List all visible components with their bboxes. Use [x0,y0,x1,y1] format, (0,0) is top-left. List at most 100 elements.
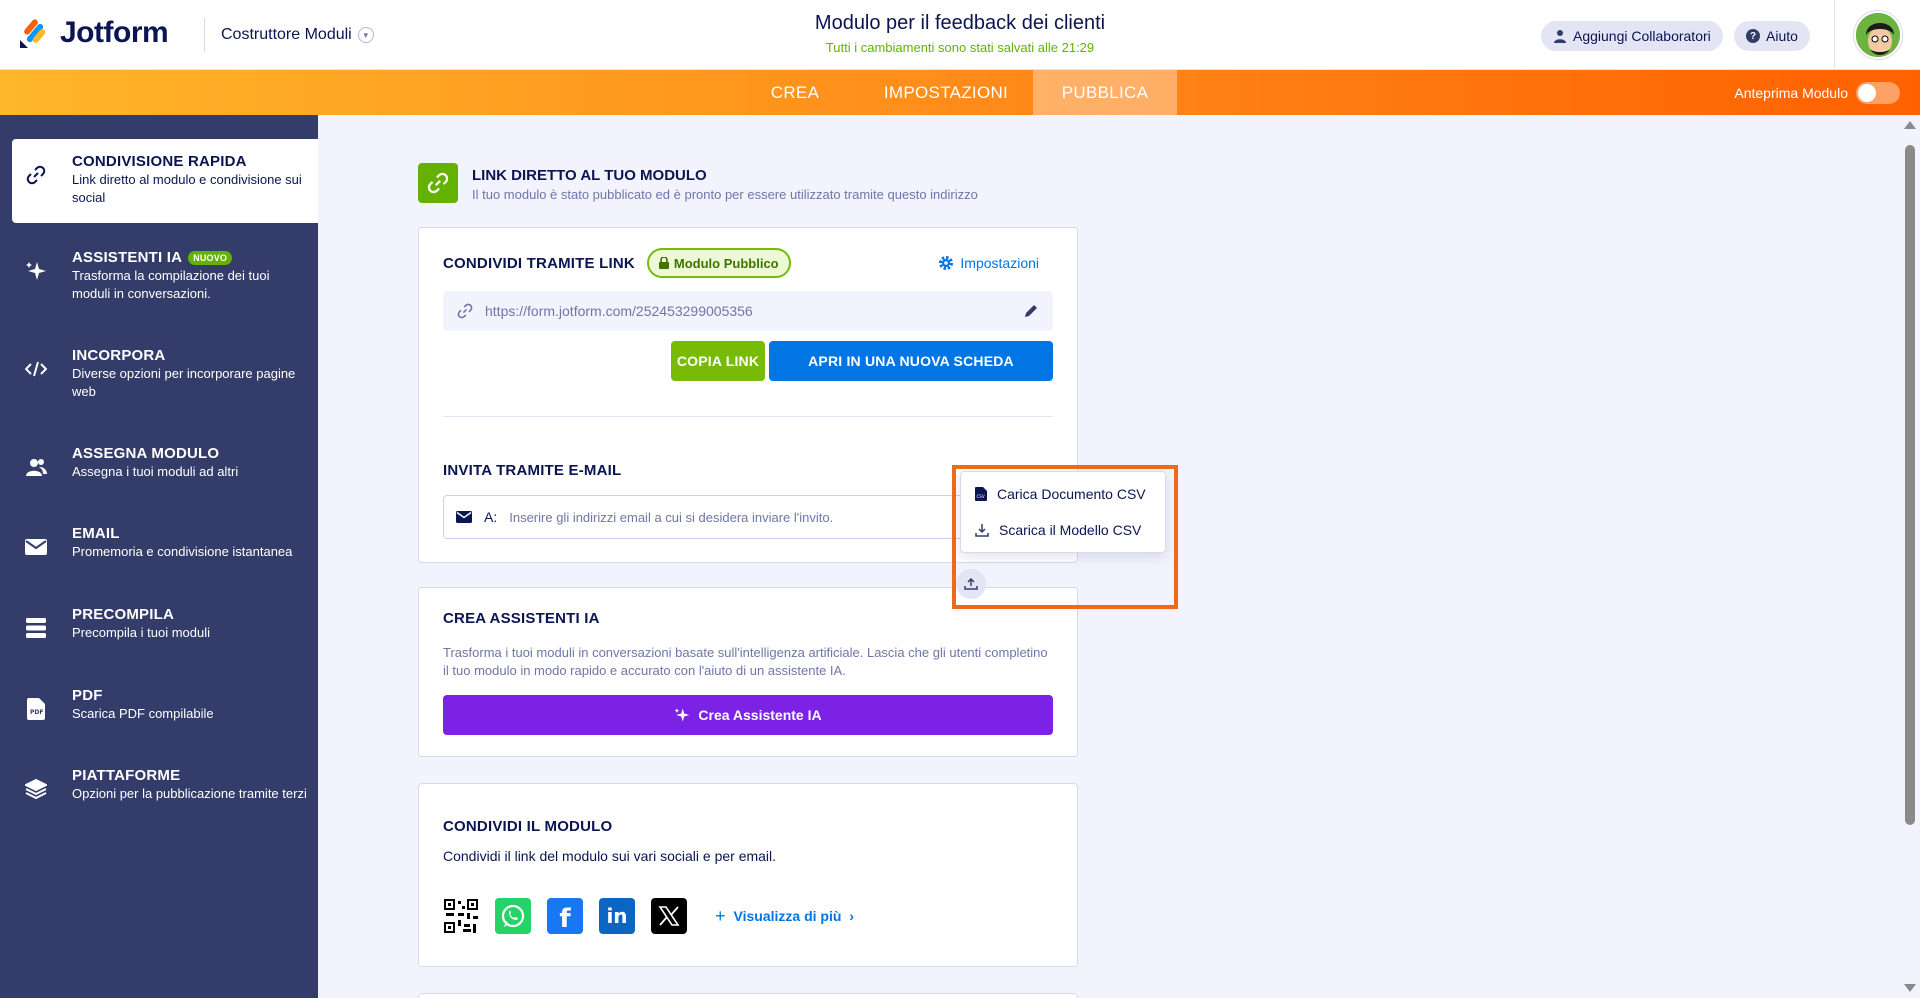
email-to-label: A: [484,509,498,525]
jotform-logo[interactable]: Jotform [18,16,169,50]
link-icon [24,163,48,187]
sidebar-item-desc: Scarica PDF compilabile [72,706,214,721]
social-share-row: f in + Visualizza di più › [443,898,854,934]
preview-toggle[interactable] [1856,81,1900,104]
scroll-down-icon[interactable] [1904,984,1916,992]
highlight-box [952,465,1178,609]
scrollbar-thumb[interactable] [1905,145,1915,825]
avatar-illustration [1855,13,1900,57]
sidebar-item-platforms[interactable]: PIATTAFORME Opzioni per la pubblicazione… [12,753,318,817]
copy-link-button[interactable]: COPIA LINK [671,341,765,381]
mail-icon [24,535,48,559]
sidebar-item-pdf[interactable]: PDF PDF Scarica PDF compilabile [12,673,318,737]
sidebar-item-ai-agents[interactable]: ASSISTENTI IA NUOVO Trasforma la compila… [12,235,318,317]
users-icon [24,455,48,479]
create-ai-agent-button[interactable]: Crea Assistente IA [443,695,1053,735]
help-button[interactable]: ? Aiuto [1734,21,1810,51]
plus-icon: + [715,905,726,926]
email-placeholder: Inserire gli indirizzi email a cui si de… [509,509,834,525]
ai-card-desc: Trasforma i tuoi moduli in conversazioni… [443,645,1048,678]
form-title-area: Modulo per il feedback dei clienti Tutti… [660,12,1260,55]
sidebar-item-quick-share[interactable]: CONDIVISIONE RAPIDA Link diretto al modu… [12,139,318,223]
form-title: Modulo per il feedback dei clienti [814,12,1106,34]
link-icon [457,303,473,319]
help-label: Aiuto [1766,28,1798,44]
sidebar-item-email[interactable]: EMAIL Promemoria e condivisione istantan… [12,511,318,575]
view-more-link[interactable]: + Visualizza di più › [715,906,854,927]
add-collaborators-label: Aggiungi Collaboratori [1573,28,1711,44]
sidebar-item-embed[interactable]: INCORPORA Diverse opzioni per incorporar… [12,333,318,415]
open-new-tab-button[interactable]: APRI IN UNA NUOVA SCHEDA [769,341,1053,381]
form-url-field[interactable]: https://form.jotform.com/252453299005356 [443,291,1053,331]
link-settings-label: Impostazioni [960,255,1039,271]
builder-label: Costruttore Moduli [221,26,352,43]
tab-crea[interactable]: CREA [750,70,840,115]
mail-icon [456,511,472,523]
main-nav: CREA IMPOSTAZIONI PUBBLICA Anteprima Mod… [0,70,1920,115]
facebook-icon[interactable]: f [547,898,583,934]
sidebar-item-desc: Diverse opzioni per incorporare pagine w… [72,366,296,399]
whatsapp-icon[interactable] [495,898,531,934]
save-status: Tutti i cambiamenti sono stati salvati a… [825,40,1095,55]
qr-code-icon[interactable] [443,898,479,934]
share-form-desc: Condividi il link del modulo sui vari so… [443,848,777,864]
sidebar-item-desc: Trasforma la compilazione dei tuoi modul… [72,268,270,301]
link-settings-button[interactable]: Impostazioni [938,255,1039,271]
sidebar-item-title: PIATTAFORME [72,767,181,784]
x-twitter-icon[interactable] [651,898,687,934]
page-scrollbar[interactable] [1900,115,1920,998]
view-more-label: Visualizza di più [733,908,842,924]
section-title: LINK DIRETTO AL TUO MODULO [472,167,707,184]
share-form-title: CONDIVIDI IL MODULO [443,818,613,835]
user-icon [1554,30,1566,43]
sidebar-item-title: CONDIVISIONE RAPIDA [72,153,247,170]
publish-sidebar: CONDIVISIONE RAPIDA Link diretto al modu… [0,115,318,998]
avatar[interactable] [1853,11,1902,59]
jotform-logo-icon [20,19,46,48]
pdf-icon: PDF [24,697,48,721]
form-preview-toggle-area: Anteprima Modulo [1734,70,1900,115]
share-link-title: CONDIVIDI TRAMITE LINK [443,254,635,272]
svg-text:PDF: PDF [30,709,43,716]
sparkle-icon [675,708,690,722]
ai-card-title: CREA ASSISTENTI IA [443,610,600,627]
sidebar-item-title: PRECOMPILA [72,606,175,623]
divider [443,416,1053,417]
sidebar-item-assign-form[interactable]: ASSEGNA MODULO Assegna i tuoi moduli ad … [12,431,318,495]
sidebar-item-desc: Promemoria e condivisione istantanea [72,544,293,559]
sidebar-item-title: PDF [72,687,103,704]
main-content: LINK DIRETTO AL TUO MODULO Il tuo modulo… [318,115,1900,998]
tab-impostazioni[interactable]: IMPOSTAZIONI [864,70,1028,115]
pencil-icon[interactable] [1023,303,1039,319]
sidebar-item-prefill[interactable]: PRECOMPILA Precompila i tuoi moduli [12,592,318,656]
public-form-label: Modulo Pubblico [673,255,779,271]
sidebar-item-title: ASSISTENTI IA NUOVO [72,249,308,266]
linkedin-icon[interactable]: in [599,898,635,934]
tab-pubblica[interactable]: PUBBLICA [1033,70,1177,115]
gear-icon [939,256,954,270]
create-ai-agent-label: Crea Assistente IA [698,707,822,723]
sidebar-item-title: ASSEGNA MODULO [72,445,220,462]
scroll-up-icon[interactable] [1904,121,1916,129]
help-icon: ? [1746,29,1760,43]
top-header: Jotform Costruttore Moduli ▾ Modulo per … [0,0,1920,70]
chevron-down-icon: ▾ [357,27,374,43]
preview-label: Anteprima Modulo [1734,84,1848,101]
lock-icon [658,257,669,269]
invite-email-title: INVITA TRAMITE E-MAIL [443,462,622,479]
add-collaborators-button[interactable]: Aggiungi Collaboratori [1541,21,1723,51]
logo-text: Jotform [60,16,169,49]
sidebar-item-desc: Opzioni per la pubblicazione tramite ter… [72,786,307,801]
sparkle-icon [24,259,48,283]
avatar-area[interactable] [1834,0,1920,70]
next-card [418,993,1078,998]
share-form-card: CONDIVIDI IL MODULO Condividi il link de… [418,783,1078,967]
sidebar-item-title: EMAIL [72,525,120,542]
list-icon [24,616,48,640]
form-url: https://form.jotform.com/252453299005356 [485,303,753,319]
section-header: LINK DIRETTO AL TUO MODULO Il tuo modulo… [418,163,978,203]
public-form-badge[interactable]: Modulo Pubblico [646,248,791,278]
sidebar-item-title-text: ASSISTENTI IA [72,249,183,266]
sidebar-item-desc: Link diretto al modulo e condivisione su… [72,172,302,205]
builder-dropdown[interactable]: Costruttore Moduli ▾ [204,18,374,52]
